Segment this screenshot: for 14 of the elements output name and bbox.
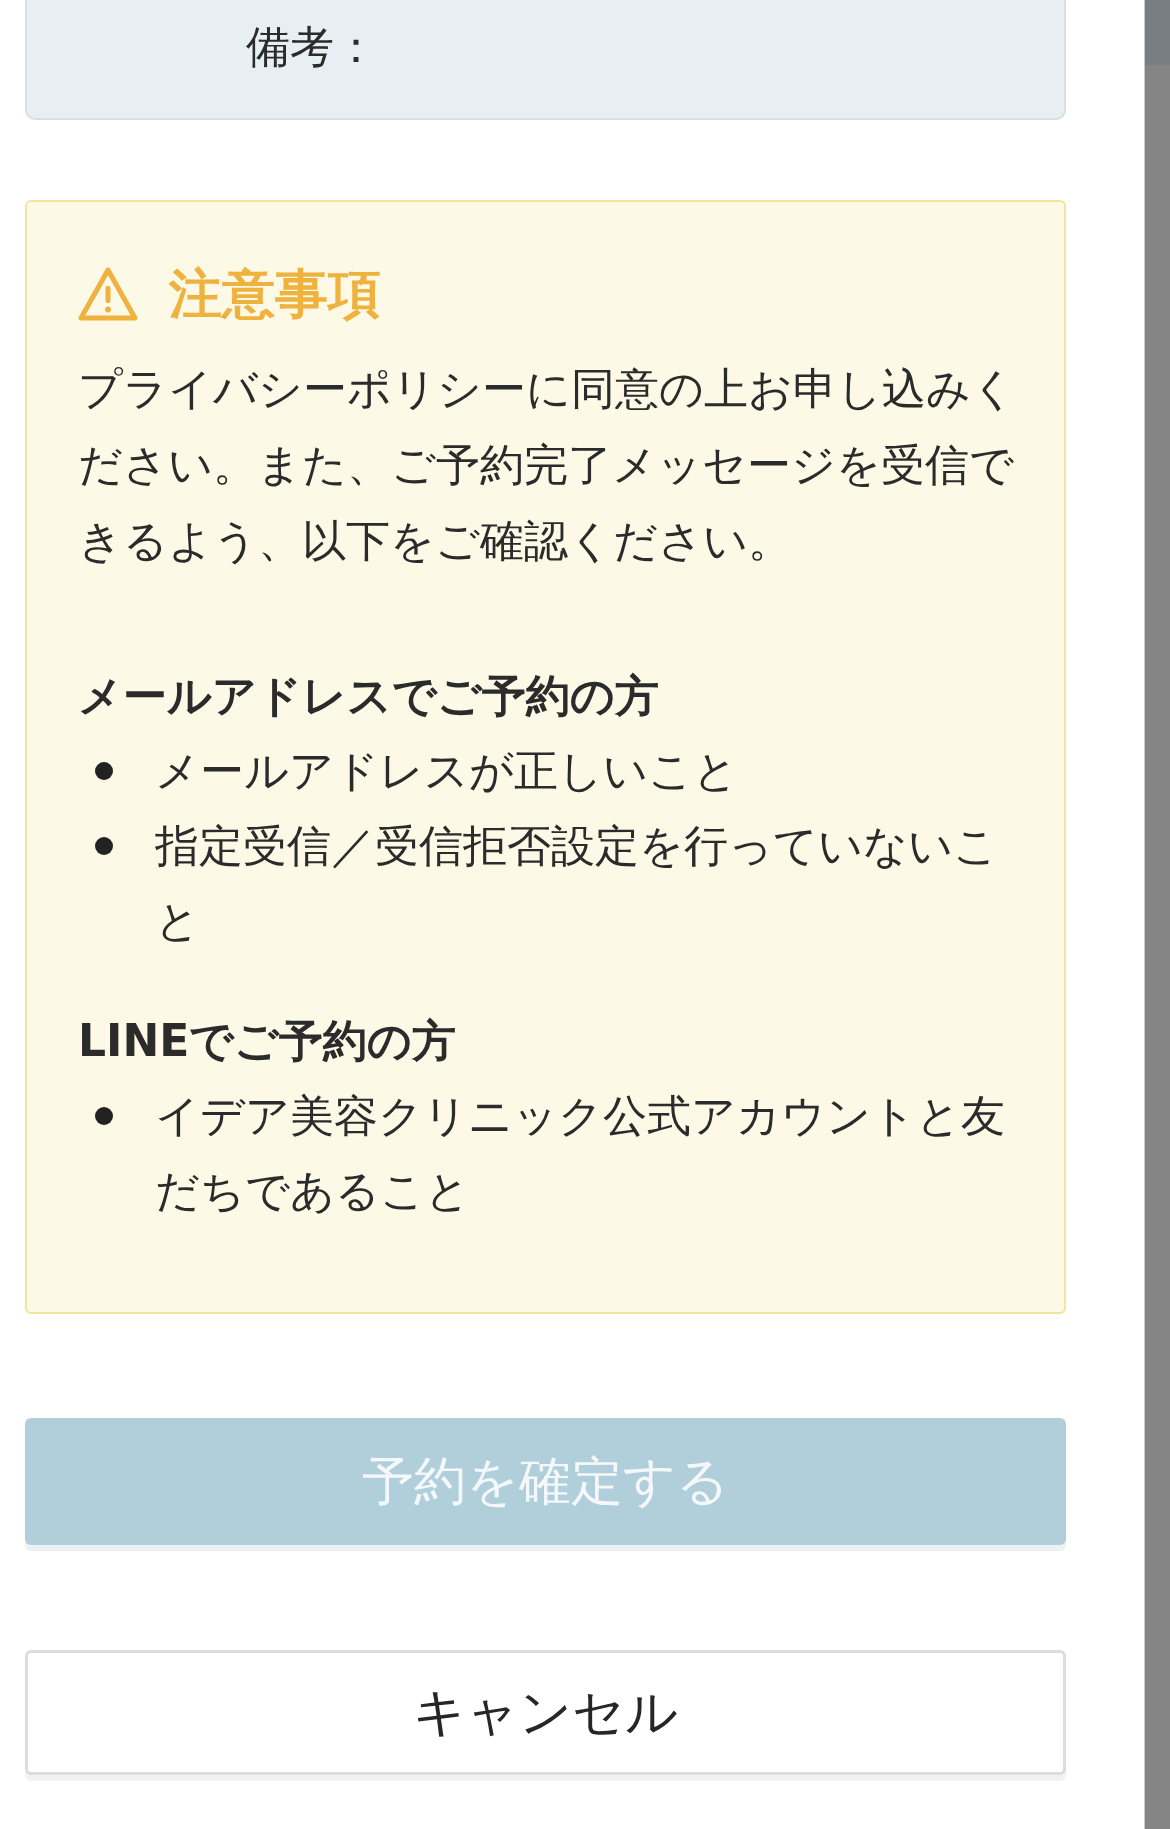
scrollbar[interactable]	[1144, 0, 1170, 1829]
list-item-text: 指定受信／受信拒否設定を行っていないこと	[155, 819, 999, 948]
bullet-icon	[95, 1106, 113, 1125]
section-heading: メールアドレスでご予約の方	[78, 669, 660, 723]
notice-title: 注意事項	[169, 262, 381, 326]
list-item-text: イデア美容クリニック公式アカウントと友だちであること	[155, 1089, 1006, 1218]
bullet-icon	[95, 761, 113, 780]
bullet-icon	[95, 836, 113, 855]
warning-icon	[78, 267, 138, 321]
scrollbar-thumb[interactable]	[1145, 0, 1170, 65]
notice-text: プライバシーポリシーに同意の上お申し込みください。また、ご予約完了メッセージを受信できるよう、以下をご確認ください。	[78, 362, 1017, 568]
section-heading: LINEでご予約の方	[78, 1014, 458, 1068]
notes-label: 備考：	[246, 20, 378, 74]
list-item-text: メールアドレスが正しいこと	[155, 744, 739, 798]
